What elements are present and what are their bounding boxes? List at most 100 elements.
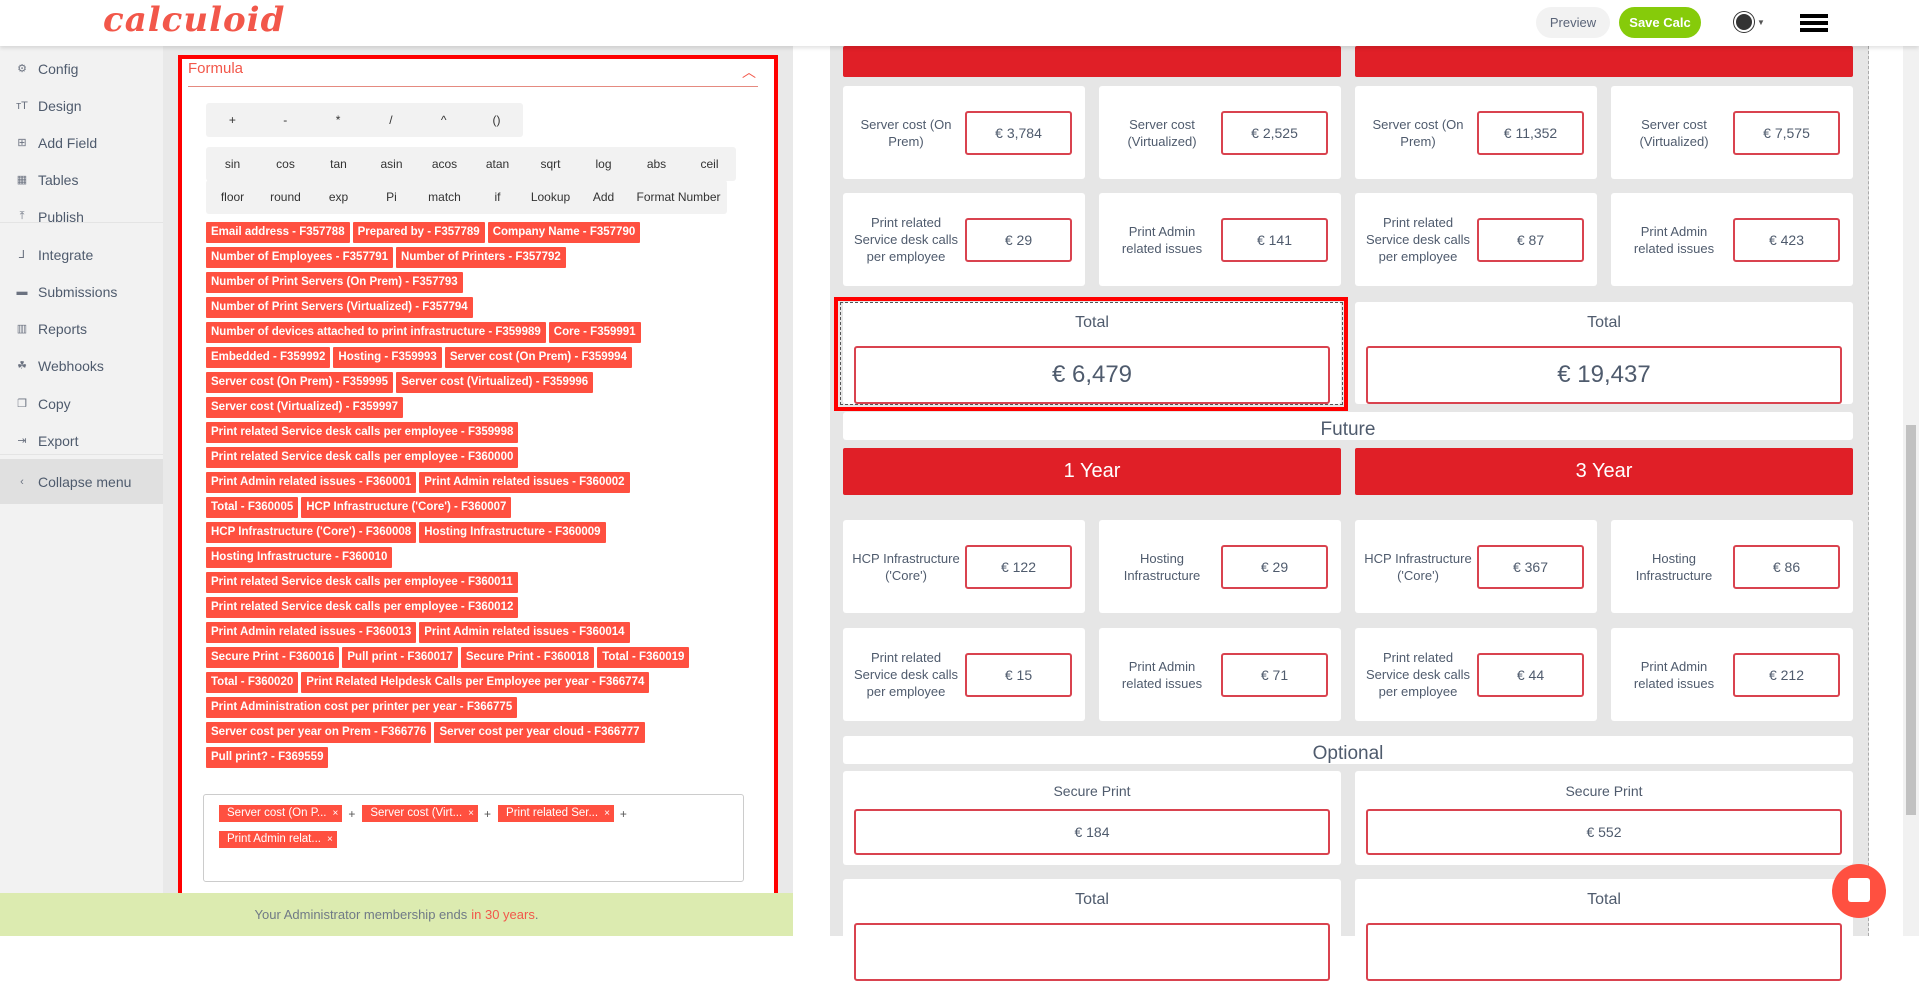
chat-icon[interactable]: [1832, 864, 1886, 918]
result-value[interactable]: € 87: [1477, 217, 1584, 262]
field-chip[interactable]: Company Name - F357790: [487, 222, 641, 243]
sidebar-item-reports[interactable]: ▥ Reports: [0, 310, 163, 347]
result-value[interactable]: € 184: [854, 809, 1330, 855]
field-chip[interactable]: Print Admin related issues - F360014: [419, 622, 630, 643]
logo[interactable]: calculoid: [103, 0, 285, 40]
operator-button[interactable]: ^: [417, 103, 470, 137]
field-chip[interactable]: Total - F360019: [597, 647, 690, 668]
field-chip[interactable]: Print related Service desk calls per emp…: [206, 597, 519, 618]
result-value[interactable]: [854, 923, 1330, 981]
field-chip[interactable]: Server cost per year cloud - F366777: [434, 722, 645, 743]
field-chip[interactable]: Print related Service desk calls per emp…: [206, 422, 519, 443]
result-value[interactable]: € 212: [1733, 652, 1840, 697]
function-button[interactable]: tan: [312, 147, 365, 181]
hamburger-menu-icon[interactable]: [1800, 14, 1828, 32]
field-chip[interactable]: HCP Infrastructure ('Core') - F360008: [206, 522, 417, 543]
function-button[interactable]: asin: [365, 147, 418, 181]
operator-button[interactable]: +: [206, 103, 259, 137]
operator-button[interactable]: -: [259, 103, 312, 137]
scrollbar-thumb[interactable]: [1906, 425, 1916, 815]
sidebar-item-submissions[interactable]: ▬ Submissions: [0, 273, 163, 310]
field-chip[interactable]: Secure Print - F360018: [460, 647, 595, 668]
field-chip[interactable]: Prepared by - F357789: [352, 222, 485, 243]
function-button[interactable]: Lookup: [524, 180, 577, 214]
operator-button[interactable]: *: [312, 103, 365, 137]
sidebar-item-publish[interactable]: ⤒ Publish: [0, 198, 163, 235]
field-chip[interactable]: Print Administration cost per printer pe…: [206, 697, 518, 718]
result-value[interactable]: € 7,575: [1733, 110, 1840, 155]
sidebar-item-collapse-menu[interactable]: ‹ Collapse menu: [0, 459, 163, 504]
function-button[interactable]: exp: [312, 180, 365, 214]
formula-token[interactable]: Print related Ser... ×: [498, 805, 614, 822]
result-value[interactable]: € 552: [1366, 809, 1842, 855]
sidebar-item-tables[interactable]: ▦ Tables: [0, 161, 163, 198]
field-chip[interactable]: Print Admin related issues - F360002: [419, 472, 630, 493]
function-button[interactable]: sqrt: [524, 147, 577, 181]
result-value[interactable]: € 15: [965, 652, 1072, 697]
field-chip[interactable]: Server cost per year on Prem - F366776: [206, 722, 432, 743]
function-button[interactable]: match: [418, 180, 471, 214]
field-chip[interactable]: Print Admin related issues - F360013: [206, 622, 417, 643]
sidebar-item-integrate[interactable]: ⅃ Integrate: [0, 236, 163, 273]
function-button[interactable]: cos: [259, 147, 312, 181]
field-chip[interactable]: Core - F359991: [548, 322, 641, 343]
result-value[interactable]: € 19,437: [1366, 346, 1842, 404]
result-value[interactable]: € 141: [1221, 217, 1328, 262]
field-chip[interactable]: Print related Service desk calls per emp…: [206, 572, 518, 593]
function-button[interactable]: round: [259, 180, 312, 214]
result-value[interactable]: € 122: [965, 544, 1072, 589]
user-avatar-icon[interactable]: [1734, 12, 1754, 32]
formula-token[interactable]: Server cost (On P... ×: [219, 805, 343, 822]
field-chip[interactable]: Pull print - F360017: [342, 647, 458, 668]
function-button[interactable]: atan: [471, 147, 524, 181]
field-chip[interactable]: Print Admin related issues - F360001: [206, 472, 417, 493]
remove-token-icon[interactable]: ×: [468, 805, 474, 822]
remove-token-icon[interactable]: ×: [333, 805, 339, 822]
field-chip[interactable]: Number of Employees - F357791: [206, 247, 394, 268]
function-button[interactable]: ceil: [683, 147, 736, 181]
chevron-up-icon[interactable]: ︿: [742, 62, 756, 82]
field-chip[interactable]: Embedded - F359992: [206, 347, 331, 368]
field-chip[interactable]: Number of Print Servers (Virtualized) - …: [206, 297, 473, 318]
field-chip[interactable]: Secure Print - F360016: [206, 647, 340, 668]
operator-button[interactable]: (): [470, 103, 523, 137]
function-button[interactable]: floor: [206, 180, 259, 214]
field-chip[interactable]: Total - F360005: [206, 497, 299, 518]
function-button[interactable]: Add: [577, 180, 630, 214]
result-value[interactable]: € 71: [1221, 652, 1328, 697]
field-chip[interactable]: Email address - F357788: [206, 222, 350, 243]
field-chip[interactable]: Total - F360020: [206, 672, 299, 693]
result-value[interactable]: € 86: [1733, 544, 1840, 589]
field-chip[interactable]: Number of Printers - F357792: [396, 247, 566, 268]
result-value[interactable]: € 367: [1477, 544, 1584, 589]
operator-button[interactable]: /: [364, 103, 417, 137]
result-value[interactable]: € 423: [1733, 217, 1840, 262]
sidebar-item-design[interactable]: ᴛT Design: [0, 87, 163, 124]
remove-token-icon[interactable]: ×: [327, 831, 333, 848]
field-chip[interactable]: Pull print? - F369559: [206, 747, 329, 768]
function-button[interactable]: abs: [630, 147, 683, 181]
field-chip[interactable]: Print related Service desk calls per emp…: [206, 447, 519, 468]
result-value[interactable]: € 44: [1477, 652, 1584, 697]
formula-title[interactable]: Formula: [188, 60, 243, 77]
sidebar-item-add-field[interactable]: ⊞ Add Field: [0, 124, 163, 161]
function-button[interactable]: log: [577, 147, 630, 181]
result-value[interactable]: € 11,352: [1477, 110, 1584, 155]
field-chip[interactable]: Server cost (On Prem) - F359995: [206, 372, 394, 393]
result-value[interactable]: € 29: [965, 217, 1072, 262]
field-chip[interactable]: Hosting Infrastructure - F360010: [206, 547, 393, 568]
result-value[interactable]: € 2,525: [1221, 110, 1328, 155]
function-button[interactable]: acos: [418, 147, 471, 181]
result-value[interactable]: € 3,784: [965, 110, 1072, 155]
field-chip[interactable]: Server cost (Virtualized) - F359996: [396, 372, 594, 393]
sidebar-item-config[interactable]: ⚙ Config: [0, 50, 163, 87]
sidebar-item-webhooks[interactable]: ☘ Webhooks: [0, 347, 163, 384]
field-chip[interactable]: Server cost (On Prem) - F359994: [444, 347, 632, 368]
formula-input[interactable]: Server cost (On P... × + Server cost (Virt.…: [203, 794, 744, 882]
field-chip[interactable]: Hosting - F359993: [333, 347, 442, 368]
field-chip[interactable]: Number of Print Servers (On Prem) - F357…: [206, 272, 463, 293]
function-button[interactable]: Pi: [365, 180, 418, 214]
function-button[interactable]: sin: [206, 147, 259, 181]
formula-token[interactable]: Server cost (Virt... ×: [362, 805, 479, 822]
function-button[interactable]: Format Number: [630, 180, 727, 214]
